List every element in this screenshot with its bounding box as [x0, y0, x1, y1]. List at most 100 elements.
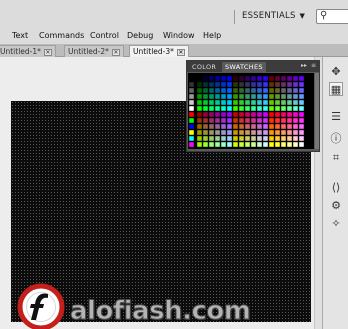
swatch-cell[interactable] — [232, 93, 239, 100]
swatch-cell[interactable] — [196, 81, 203, 88]
swatch-cell[interactable] — [256, 141, 263, 148]
swatch-cell[interactable] — [232, 81, 239, 88]
swatch-cell[interactable] — [292, 117, 299, 124]
swatch-cell[interactable] — [286, 129, 293, 136]
swatch-cell[interactable] — [208, 99, 215, 106]
swatch-cell[interactable] — [232, 129, 239, 136]
swatch-cell[interactable] — [250, 93, 257, 100]
panel-scrollbar[interactable] — [315, 73, 319, 149]
swatch-cell[interactable] — [196, 111, 203, 118]
close-icon[interactable]: ✕ — [176, 49, 185, 56]
swatch-cell[interactable] — [196, 75, 203, 82]
swatch-cell[interactable] — [262, 135, 269, 142]
swatch-cell[interactable] — [244, 93, 251, 100]
swatch-cell[interactable] — [292, 141, 299, 148]
tab-swatches[interactable]: SWATCHES — [222, 62, 266, 72]
swatch-cell[interactable] — [208, 141, 215, 148]
swatch-cell[interactable] — [244, 135, 251, 142]
swatch-cell[interactable] — [262, 87, 269, 94]
tab-color[interactable]: COLOR — [189, 62, 219, 72]
swatch-cell[interactable] — [232, 75, 239, 82]
swatch-cell[interactable] — [274, 87, 281, 94]
swatch-cell[interactable] — [268, 75, 275, 82]
swatch-cell[interactable] — [274, 93, 281, 100]
swatch-cell[interactable] — [220, 81, 227, 88]
swatch-cell[interactable] — [202, 81, 209, 88]
swatch-cell[interactable] — [286, 141, 293, 148]
swatch-cell[interactable] — [292, 129, 299, 136]
swatch-cell[interactable] — [298, 75, 305, 82]
components-icon[interactable]: ⚙ — [329, 199, 343, 213]
swatch-cell[interactable] — [226, 129, 233, 136]
tab-untitled-1[interactable]: Untitled-1* ✕ — [0, 45, 56, 57]
swatch-cell[interactable] — [238, 75, 245, 82]
swatch-cell[interactable] — [232, 99, 239, 106]
swatch-cell[interactable] — [292, 81, 299, 88]
swatch-cell[interactable] — [268, 135, 275, 142]
swatch-cell[interactable] — [220, 75, 227, 82]
swatch-cell[interactable] — [244, 87, 251, 94]
swatch-cell[interactable] — [298, 141, 305, 148]
swatch-cell[interactable] — [268, 123, 275, 130]
swatch-cell[interactable] — [208, 87, 215, 94]
swatch-cell[interactable] — [280, 99, 287, 106]
swatch-cell[interactable] — [208, 129, 215, 136]
swatch-cell[interactable] — [188, 105, 195, 112]
swatch-cell[interactable] — [226, 93, 233, 100]
swatch-cell[interactable] — [256, 135, 263, 142]
swatch-cell[interactable] — [188, 135, 195, 142]
swatch-cell[interactable] — [202, 123, 209, 130]
swatch-cell[interactable] — [208, 105, 215, 112]
swatch-cell[interactable] — [280, 135, 287, 142]
swatch-cell[interactable] — [298, 117, 305, 124]
swatch-cell[interactable] — [280, 123, 287, 130]
swatch-cell[interactable] — [226, 111, 233, 118]
swatch-cell[interactable] — [250, 105, 257, 112]
swatch-cell[interactable] — [202, 87, 209, 94]
swatch-cell[interactable] — [286, 81, 293, 88]
tab-untitled-2[interactable]: Untitled-2* ✕ — [64, 45, 124, 57]
swatch-cell[interactable] — [244, 117, 251, 124]
swatch-cell[interactable] — [262, 93, 269, 100]
swatch-cell[interactable] — [220, 141, 227, 148]
swatch-cell[interactable] — [196, 135, 203, 142]
swatch-cell[interactable] — [256, 99, 263, 106]
transform-grid-icon[interactable]: ⌗ — [329, 151, 343, 165]
swatch-cell[interactable] — [214, 105, 221, 112]
swatch-cell[interactable] — [226, 117, 233, 124]
swatch-cell[interactable] — [262, 129, 269, 136]
swatch-cell[interactable] — [280, 141, 287, 148]
swatch-cell[interactable] — [188, 87, 195, 94]
swatch-cell[interactable] — [238, 141, 245, 148]
swatch-cell[interactable] — [274, 135, 281, 142]
workspace-switcher[interactable]: ESSENTIALS ▼ — [242, 11, 305, 21]
swatch-cell[interactable] — [274, 99, 281, 106]
swatch-cell[interactable] — [238, 117, 245, 124]
swatch-cell[interactable] — [298, 123, 305, 130]
swatch-cell[interactable] — [262, 81, 269, 88]
swatch-cell[interactable] — [202, 135, 209, 142]
swatch-cell[interactable] — [274, 129, 281, 136]
swatch-cell[interactable] — [214, 93, 221, 100]
tab-untitled-3[interactable]: Untitled-3* ✕ — [129, 45, 189, 57]
swatch-cell[interactable] — [280, 75, 287, 82]
swatch-cell[interactable] — [244, 99, 251, 106]
menu-help[interactable]: Help — [203, 31, 221, 40]
swatch-cell[interactable] — [220, 135, 227, 142]
swatch-cell[interactable] — [226, 87, 233, 94]
align-icon[interactable]: ☰ — [329, 110, 343, 124]
swatch-cell[interactable] — [268, 105, 275, 112]
swatch-cell[interactable] — [268, 99, 275, 106]
swatch-cell[interactable] — [196, 129, 203, 136]
swatch-cell[interactable] — [280, 111, 287, 118]
swatch-cell[interactable] — [214, 135, 221, 142]
swatch-cell[interactable] — [244, 75, 251, 82]
swatch-cell[interactable] — [286, 135, 293, 142]
swatch-cell[interactable] — [298, 99, 305, 106]
swatch-cell[interactable] — [202, 75, 209, 82]
swatch-cell[interactable] — [208, 75, 215, 82]
swatch-cell[interactable] — [226, 123, 233, 130]
swatch-cell[interactable] — [262, 75, 269, 82]
swatch-cell[interactable] — [208, 81, 215, 88]
swatch-cell[interactable] — [220, 111, 227, 118]
